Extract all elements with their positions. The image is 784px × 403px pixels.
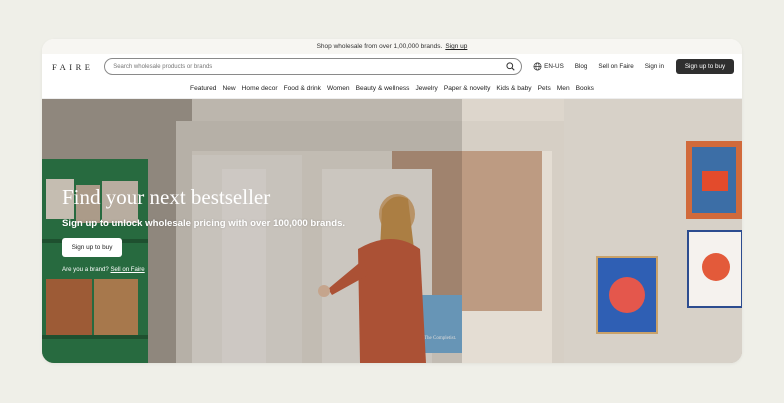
- category-beauty-wellness[interactable]: Beauty & wellness: [356, 85, 410, 92]
- search-input[interactable]: Search wholesale products or brands: [104, 58, 523, 75]
- category-paper-novelty[interactable]: Paper & novelty: [444, 85, 491, 92]
- faire-logo[interactable]: FAIRE: [52, 62, 104, 72]
- category-food-drink[interactable]: Food & drink: [284, 85, 321, 92]
- hero-section: The Completist. Find your next bestselle…: [42, 99, 742, 363]
- site-header: FAIRE Search wholesale products or brand…: [42, 54, 742, 79]
- category-jewelry[interactable]: Jewelry: [415, 85, 437, 92]
- sign-up-button[interactable]: Sign up to buy: [676, 59, 734, 74]
- globe-icon: [533, 62, 542, 71]
- category-women[interactable]: Women: [327, 85, 350, 92]
- header-nav: EN-US Blog Sell on Faire Sign in Sign up…: [533, 59, 734, 74]
- promo-banner: Shop wholesale from over 1,00,000 brands…: [42, 39, 742, 54]
- category-kids-baby[interactable]: Kids & baby: [496, 85, 531, 92]
- category-home-decor[interactable]: Home decor: [242, 85, 278, 92]
- locale-selector[interactable]: EN-US: [533, 62, 564, 71]
- category-nav: Featured New Home decor Food & drink Wom…: [42, 79, 742, 99]
- hero-content: Find your next bestseller Sign up to unl…: [62, 185, 345, 273]
- category-featured[interactable]: Featured: [190, 85, 216, 92]
- locale-label: EN-US: [544, 63, 564, 70]
- category-men[interactable]: Men: [557, 85, 570, 92]
- category-pets[interactable]: Pets: [538, 85, 551, 92]
- sign-in-link[interactable]: Sign in: [645, 63, 664, 70]
- search-icon[interactable]: [505, 62, 515, 72]
- brand-prompt-text: Are you a brand?: [62, 266, 109, 273]
- hero-sell-on-faire-link[interactable]: Sell on Faire: [110, 266, 144, 273]
- hero-subtitle: Sign up to unlock wholesale pricing with…: [62, 218, 346, 229]
- sell-on-faire-link[interactable]: Sell on Faire: [598, 63, 633, 70]
- category-new[interactable]: New: [222, 85, 235, 92]
- category-books[interactable]: Books: [576, 85, 594, 92]
- brand-prompt: Are you a brand? Sell on Faire: [62, 266, 345, 273]
- promo-signup-link[interactable]: Sign up: [445, 43, 467, 50]
- search-placeholder: Search wholesale products or brands: [113, 63, 213, 70]
- hero-sign-up-button[interactable]: Sign up to buy: [62, 238, 122, 257]
- browser-window: Shop wholesale from over 1,00,000 brands…: [42, 39, 742, 363]
- promo-text: Shop wholesale from over 1,00,000 brands…: [316, 43, 443, 50]
- blog-link[interactable]: Blog: [575, 63, 588, 70]
- hero-title: Find your next bestseller: [62, 185, 271, 209]
